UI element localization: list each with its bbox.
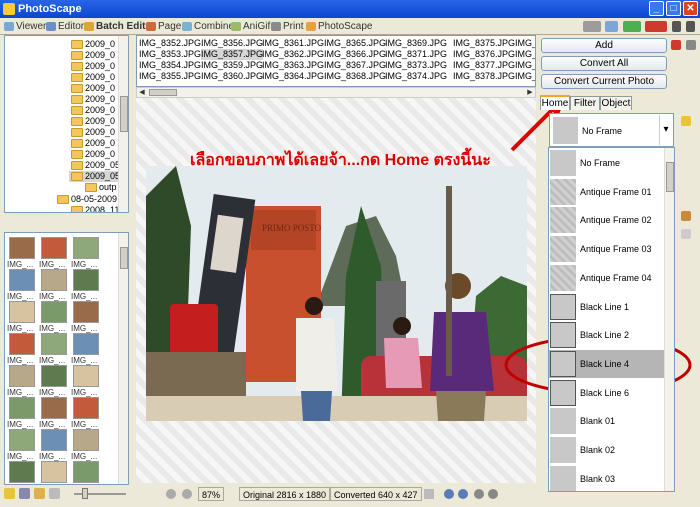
frame-option-list[interactable]: No Frame Antique Frame 01 Antique Frame 02… [548, 147, 675, 492]
frame-list-scrollbar[interactable] [664, 148, 674, 491]
frame-option-label: Antique Frame 04 [580, 272, 652, 283]
frame-option-label: Blank 01 [580, 416, 616, 427]
tab-home[interactable]: Home [540, 95, 570, 110]
checker-icon[interactable] [424, 489, 434, 499]
editor-tabs: Home Filter Object [540, 95, 700, 110]
frame-option[interactable]: Black Line 2 [549, 321, 665, 349]
frame-option[interactable]: Black Line 4 [549, 349, 665, 378]
frame-option[interactable]: No Frame [549, 149, 665, 177]
frame-option[interactable]: Blank 03 [549, 465, 665, 491]
frame-thumbnail [550, 293, 576, 320]
frame-thumbnail [550, 350, 576, 377]
frame-option-label: No Frame [580, 158, 621, 168]
frame-option-label: Black Line 2 [580, 330, 630, 341]
frame-selected-label: No Frame [582, 126, 623, 136]
frame-thumbnail [550, 408, 576, 435]
zoom-level: 87% [198, 487, 225, 501]
frame-option[interactable]: Antique Frame 02 [549, 206, 665, 234]
chevron-down-icon[interactable]: ▾ [659, 115, 672, 145]
frame-thumbnail [550, 322, 576, 349]
rotate-left-icon[interactable] [444, 489, 454, 499]
converted-size: Converted 640 x 427 [330, 487, 422, 501]
star-icon[interactable] [681, 116, 691, 126]
frame-option-label: Blank 03 [580, 473, 616, 484]
warning-icon[interactable] [681, 229, 691, 239]
frame-thumbnail [550, 207, 576, 234]
frame-thumbnail [550, 437, 576, 463]
frame-thumbnail [550, 178, 576, 205]
frame-thumbnail [550, 150, 576, 176]
frame-thumbnail [550, 465, 576, 491]
frame-option[interactable]: Antique Frame 04 [549, 264, 665, 292]
frame-option-label: Antique Frame 01 [580, 186, 652, 197]
frame-thumbnail [550, 379, 576, 406]
frame-option-label: Black Line 1 [580, 301, 630, 312]
status-bar: 87% Original 2816 x 1880 Converted 640 x… [136, 487, 540, 501]
frame-option-label: Antique Frame 02 [580, 215, 652, 226]
frame-option-label: Black Line 4 [580, 358, 630, 369]
frame-preview-thumb [553, 117, 578, 144]
frame-thumbnail [550, 236, 576, 263]
person-icon[interactable] [681, 211, 691, 221]
frame-option[interactable]: Antique Frame 03 [549, 235, 665, 263]
frame-option[interactable]: Blank 01 [549, 407, 665, 435]
tab-object[interactable]: Object [600, 96, 632, 110]
fullscreen-icon[interactable] [488, 489, 498, 499]
frame-option[interactable]: Blank 02 [549, 436, 665, 464]
frame-option[interactable]: Black Line 1 [549, 293, 665, 321]
frame-option-label: Antique Frame 03 [580, 244, 652, 255]
frame-option[interactable]: Black Line 6 [549, 379, 665, 407]
frame-option-label: Blank 02 [580, 445, 616, 455]
zoom-in-icon[interactable] [166, 489, 176, 499]
original-size: Original 2816 x 1880 [239, 487, 331, 501]
frame-thumbnail [550, 264, 576, 291]
frame-dropdown[interactable]: No Frame ▾ [549, 113, 674, 147]
flip-icon[interactable] [474, 489, 484, 499]
frame-option-label: Black Line 6 [580, 387, 630, 398]
frame-option[interactable]: Antique Frame 01 [549, 178, 665, 206]
rotate-right-icon[interactable] [458, 489, 468, 499]
zoom-fit-icon[interactable] [182, 489, 192, 499]
tab-filter[interactable]: Filter [570, 96, 600, 110]
